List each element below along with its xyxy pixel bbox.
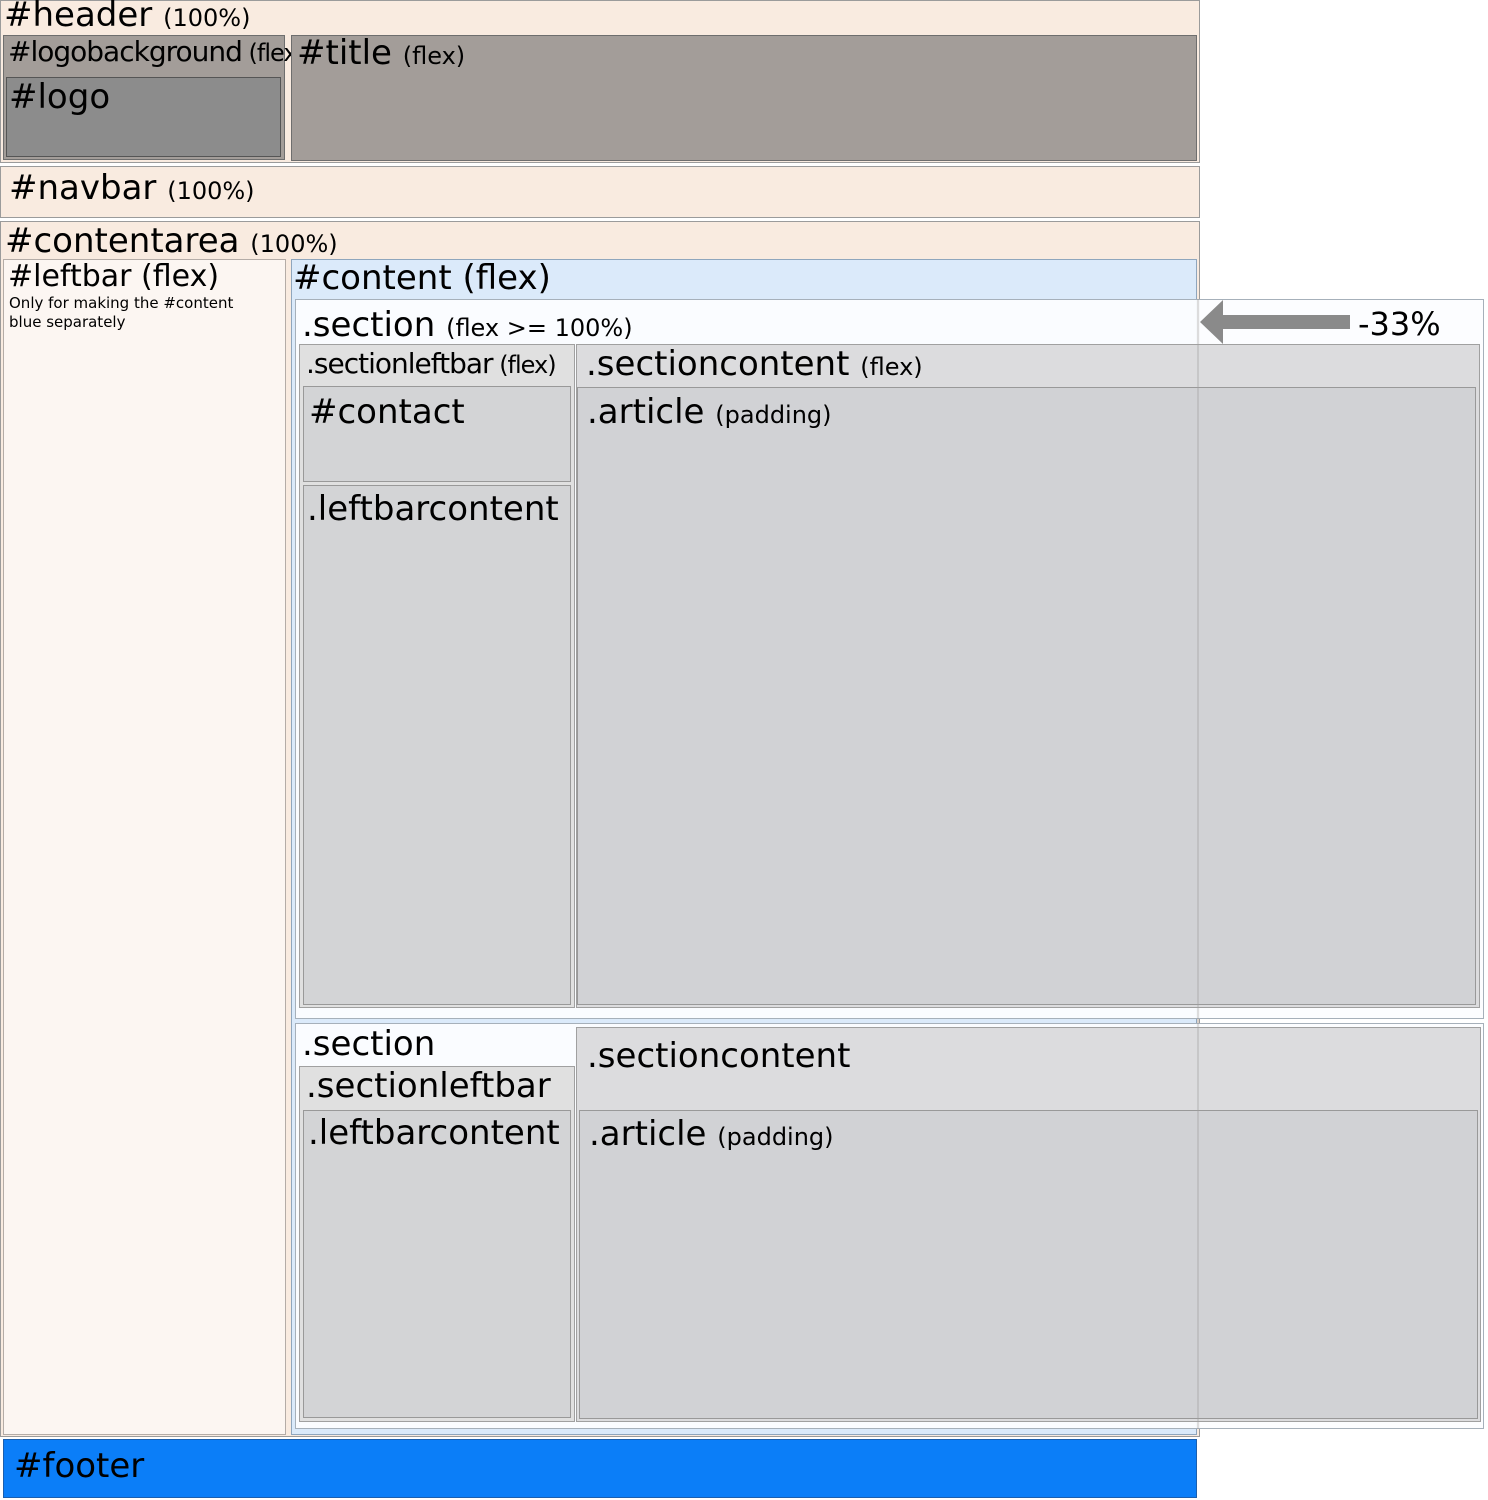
section1-leftbarcontent-box — [303, 485, 571, 1005]
section2-sectioncontent-label: .sectioncontent — [587, 1036, 851, 1076]
logo-label: #logo — [9, 77, 111, 117]
section2-sectionleftbar-label: .sectionleftbar — [306, 1066, 551, 1106]
footer-box — [3, 1439, 1197, 1498]
section1-leftbarcontent-label: .leftbarcontent — [307, 489, 559, 529]
section1-article-box — [577, 387, 1476, 1005]
leftbar-description-line2: blue separately — [9, 313, 126, 331]
contact-label: #contact — [309, 392, 465, 432]
section2-article-box — [579, 1110, 1478, 1419]
leftbar-label: #leftbar (flex) — [8, 259, 220, 294]
section2-article-label: .article (padding) — [589, 1114, 834, 1154]
section1-sectionleftbar-label: .sectionleftbar (flex) — [306, 347, 557, 380]
original-width-guideline — [1197, 299, 1199, 1429]
section2-leftbarcontent-box — [303, 1110, 571, 1418]
content-label: #content (flex) — [293, 258, 551, 298]
leftbar-description-line1: Only for making the #content — [9, 294, 234, 312]
header-label: #header (100%) — [4, 0, 251, 35]
footer-label: #footer — [14, 1446, 145, 1486]
left-arrow-icon — [1200, 300, 1350, 344]
section2-label: .section — [302, 1024, 436, 1064]
shrink-annotation-label: -33% — [1358, 305, 1441, 343]
section1-sectioncontent-label: .sectioncontent (flex) — [586, 344, 923, 384]
navbar-label: #navbar (100%) — [9, 168, 255, 208]
section2-leftbarcontent-label: .leftbarcontent — [308, 1113, 560, 1153]
title-label: #title (flex) — [297, 33, 466, 73]
section1-label: .section (flex >= 100%) — [302, 305, 633, 345]
contentarea-label: #contentarea (100%) — [5, 221, 338, 261]
logobackground-label: #logobackground (flex) — [8, 35, 306, 68]
section1-article-label: .article (padding) — [587, 392, 832, 432]
leftbar-box — [3, 259, 286, 1435]
